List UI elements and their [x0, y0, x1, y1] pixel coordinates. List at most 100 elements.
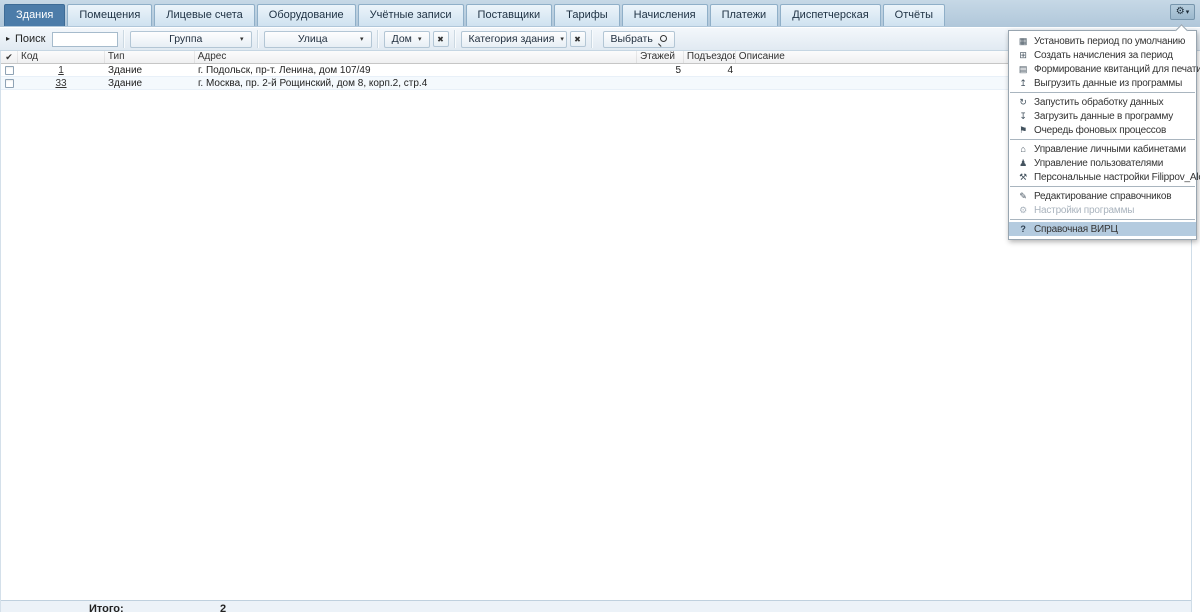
gear-icon: ⚙ — [1017, 206, 1029, 215]
column-header-floors[interactable]: Этажей — [637, 51, 684, 63]
tab-suppliers[interactable]: Поставщики — [466, 4, 553, 26]
tab-list: ЗданияПомещенияЛицевые счетаОборудование… — [0, 0, 1200, 26]
user-icon: ♟ — [1017, 159, 1029, 168]
cell-entrances — [685, 77, 737, 89]
filter-group[interactable]: Группа ▾ — [130, 31, 252, 48]
menu-item-personal-settings[interactable]: ⚒Персональные настройки Filippov_Aleksey — [1009, 170, 1196, 184]
cell-address: г. Подольск, пр-т. Ленина, дом 107/49 — [195, 64, 638, 76]
column-header-entrances[interactable]: Подъездов — [684, 51, 736, 63]
column-header-address[interactable]: Адрес — [195, 51, 637, 63]
chevron-down-icon: ▾ — [560, 36, 564, 43]
tab-buildings[interactable]: Здания — [4, 4, 65, 26]
accruals-table-icon: ⊞ — [1017, 51, 1029, 60]
tab-equipment[interactable]: Оборудование — [257, 4, 356, 26]
row-check-cell — [1, 64, 18, 76]
menu-item-edit-references[interactable]: ✎ Редактирование справочников — [1009, 189, 1196, 203]
home-icon: ⌂ — [1017, 145, 1029, 154]
menu-item-program-settings: ⚙ Настройки программы — [1009, 203, 1196, 217]
toolbar-separator — [377, 30, 379, 48]
pencil-icon: ✎ — [1017, 192, 1029, 201]
filter-building-category[interactable]: Категория здания ▾ — [461, 31, 567, 48]
column-header-code[interactable]: Код — [18, 51, 105, 63]
tab-payments[interactable]: Платежи — [710, 4, 779, 26]
menu-separator — [1010, 92, 1195, 93]
toolbar-separator — [257, 30, 259, 48]
chevron-down-icon: ▾ — [360, 36, 364, 43]
menu-item-manage-users[interactable]: ♟Управление пользователями — [1009, 156, 1196, 170]
search-label: Поиск — [15, 33, 45, 45]
question-icon: ? — [1017, 225, 1029, 234]
menu-item-label: Очередь фоновых процессов — [1034, 125, 1166, 136]
chevron-down-icon: ▾ — [240, 36, 244, 43]
tab-credentials[interactable]: Учётные записи — [358, 4, 464, 26]
menu-item-export-data[interactable]: ↥Выгрузить данные из программы — [1009, 76, 1196, 90]
import-icon: ↧ — [1017, 112, 1029, 121]
filter-area: Группа▾Улица▾Дом▾✖Категория здания▾✖ — [118, 30, 586, 48]
printer-icon: ▤ — [1017, 65, 1029, 74]
tab-premises[interactable]: Помещения — [67, 4, 152, 26]
tab-tariffs[interactable]: Тарифы — [554, 4, 620, 26]
gear-menu-button[interactable]: ⚙ ▾ — [1170, 4, 1195, 20]
gear-menu: ▦ Установить период по умолчанию⊞Создать … — [1008, 30, 1197, 240]
menu-item-background-queue[interactable]: ⚑ Очередь фоновых процессов — [1009, 123, 1196, 137]
clear-building-category-button[interactable]: ✖ — [570, 31, 586, 47]
column-header-type[interactable]: Тип — [105, 51, 195, 63]
select-button-label: Выбрать — [611, 33, 653, 45]
toolbar-separator — [591, 30, 593, 48]
menu-item-manage-cabinets[interactable]: ⌂ Управление личными кабинетами — [1009, 142, 1196, 156]
menu-item-label: Настройки программы — [1034, 205, 1134, 216]
menu-item-label: Управление личными кабинетами — [1034, 144, 1186, 155]
tab-reports[interactable]: Отчёты — [883, 4, 945, 26]
filter-label: Категория здания — [469, 33, 555, 45]
menu-item-label: Выгрузить данные из программы — [1034, 78, 1182, 89]
search-input[interactable] — [52, 32, 118, 47]
cell-code: 33 — [18, 77, 105, 89]
calendar-icon: ▦ — [1017, 37, 1029, 46]
tab-dispatch[interactable]: Диспетчерская — [780, 4, 880, 26]
cell-address: г. Москва, пр. 2-й Рощинский, дом 8, кор… — [195, 77, 638, 89]
menu-item-create-accruals[interactable]: ⊞Создать начисления за период — [1009, 48, 1196, 62]
menu-item-label: Персональные настройки Filippov_Aleksey — [1034, 172, 1200, 183]
cell-code: 1 — [18, 64, 105, 76]
building-code-link[interactable]: 1 — [58, 65, 64, 76]
search-expander-icon[interactable]: ▸ — [6, 35, 10, 43]
menu-item-import-data[interactable]: ↧ Загрузить данные в программу — [1009, 109, 1196, 123]
refresh-icon: ↻ — [1017, 98, 1029, 107]
menu-item-run-processing[interactable]: ↻Запустить обработку данных — [1009, 95, 1196, 109]
menu-item-form-receipts[interactable]: ▤Формирование квитанций для печати — [1009, 62, 1196, 76]
row-checkbox[interactable] — [5, 66, 14, 75]
column-header-check[interactable]: ✔ — [1, 51, 18, 63]
tab-accruals[interactable]: Начисления — [622, 4, 708, 26]
total-count: 2 — [220, 603, 226, 612]
menu-item-set-default-period[interactable]: ▦ Установить период по умолчанию — [1009, 34, 1196, 48]
menu-separator — [1010, 219, 1195, 220]
gear-icon: ⚙ — [1176, 7, 1185, 17]
filter-label: Дом — [392, 33, 412, 45]
cell-type: Здание — [105, 64, 195, 76]
filter-house[interactable]: Дом ▾ — [384, 31, 430, 48]
cell-entrances: 4 — [685, 64, 737, 76]
tab-personal-accounts[interactable]: Лицевые счета — [154, 4, 254, 26]
filter-label: Группа — [138, 33, 234, 45]
chevron-down-icon: ▾ — [1186, 9, 1190, 16]
menu-separator — [1010, 139, 1195, 140]
toolbar-separator — [454, 30, 456, 48]
menu-item-help-virc[interactable]: ? Справочная ВИРЦ — [1009, 222, 1196, 236]
tab-bar: ЗданияПомещенияЛицевые счетаОборудование… — [0, 0, 1200, 27]
filter-street[interactable]: Улица▾ — [264, 31, 372, 48]
menu-item-label: Справочная ВИРЦ — [1034, 224, 1118, 235]
clear-house-button[interactable]: ✖ — [433, 31, 449, 47]
row-check-cell — [1, 77, 18, 89]
menu-item-label: Установить период по умолчанию — [1034, 36, 1185, 47]
flag-icon: ⚑ — [1017, 126, 1029, 135]
building-code-link[interactable]: 33 — [55, 78, 66, 89]
toolbar-separator — [123, 30, 125, 48]
chevron-down-icon: ▾ — [418, 36, 422, 43]
grid-summary-row: Итого: 2 — [1, 600, 1191, 612]
menu-separator — [1010, 186, 1195, 187]
menu-item-label: Загрузить данные в программу — [1034, 111, 1173, 122]
row-checkbox[interactable] — [5, 79, 14, 88]
select-button[interactable]: Выбрать — [603, 31, 675, 48]
menu-item-label: Редактирование справочников — [1034, 191, 1171, 202]
cell-floors — [638, 77, 685, 89]
